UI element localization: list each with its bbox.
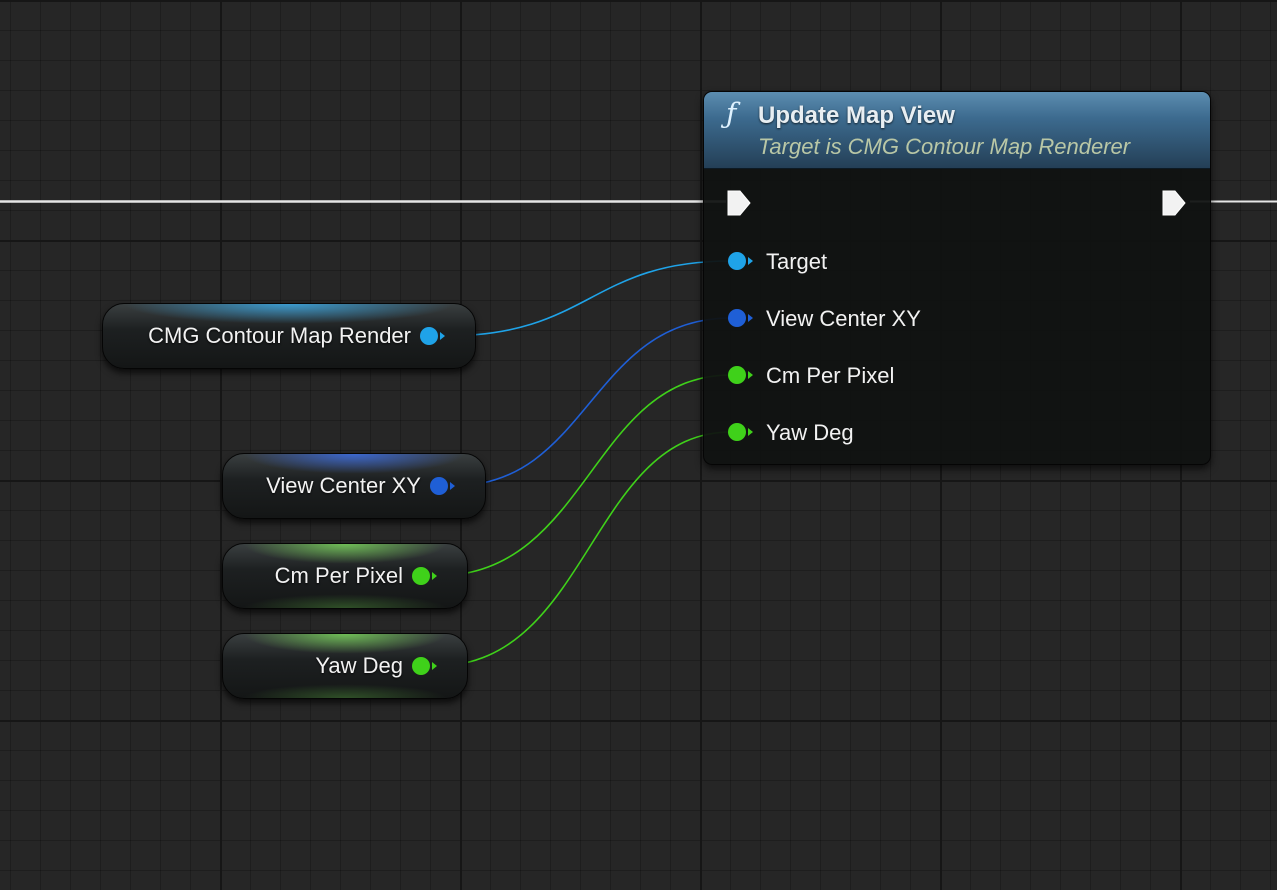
pin-label-cm-per-pixel: Cm Per Pixel <box>766 363 895 388</box>
function-node-update-map-view[interactable]: ƒ Update Map View Target is CMG Contour … <box>703 91 1211 465</box>
variable-node-cmg-contour-map-render[interactable]: CMG Contour Map Render <box>102 303 476 369</box>
pin-label-yaw-deg: Yaw Deg <box>766 420 854 445</box>
node-glow <box>243 634 447 654</box>
view-center-xy-pin-icon[interactable] <box>726 306 756 330</box>
object-pin-icon[interactable] <box>419 324 449 348</box>
exec-in-pin-icon[interactable] <box>726 189 752 217</box>
variable-node-cm-per-pixel[interactable]: Cm Per Pixel <box>222 543 468 609</box>
variable-label: Cm Per Pixel <box>274 563 403 588</box>
variable-label: CMG Contour Map Render <box>148 323 411 348</box>
node-glow <box>243 454 465 474</box>
float-pin-icon[interactable] <box>411 654 441 678</box>
cm-per-pixel-pin-icon[interactable] <box>726 363 756 387</box>
node-glow-bottom <box>243 684 447 698</box>
wire-view-center-xy[interactable] <box>452 317 732 487</box>
target-pin-icon[interactable] <box>726 249 756 273</box>
vector-pin-icon[interactable] <box>429 474 459 498</box>
node-glow <box>243 544 447 564</box>
node-glow-bottom <box>243 594 447 608</box>
yaw-deg-pin-icon[interactable] <box>726 420 756 444</box>
variable-node-view-center-xy[interactable]: View Center XY <box>222 453 486 519</box>
function-title: Update Map View <box>758 102 955 129</box>
function-subtitle: Target is CMG Contour Map Renderer <box>758 134 1131 159</box>
function-icon: ƒ <box>726 97 737 130</box>
pin-label-target: Target <box>766 249 828 274</box>
variable-label: View Center XY <box>266 473 421 498</box>
blueprint-graph-canvas[interactable]: CMG Contour Map Render View Center XY Cm… <box>0 0 1277 890</box>
pin-label-view-center-xy: View Center XY <box>766 306 921 331</box>
variable-label: Yaw Deg <box>315 653 403 678</box>
node-glow <box>123 304 455 324</box>
function-node-header[interactable]: ƒ Update Map View Target is CMG Contour … <box>704 92 1210 169</box>
variable-node-yaw-deg[interactable]: Yaw Deg <box>222 633 468 699</box>
float-pin-icon[interactable] <box>411 564 441 588</box>
exec-out-pin-icon[interactable] <box>1161 189 1187 217</box>
